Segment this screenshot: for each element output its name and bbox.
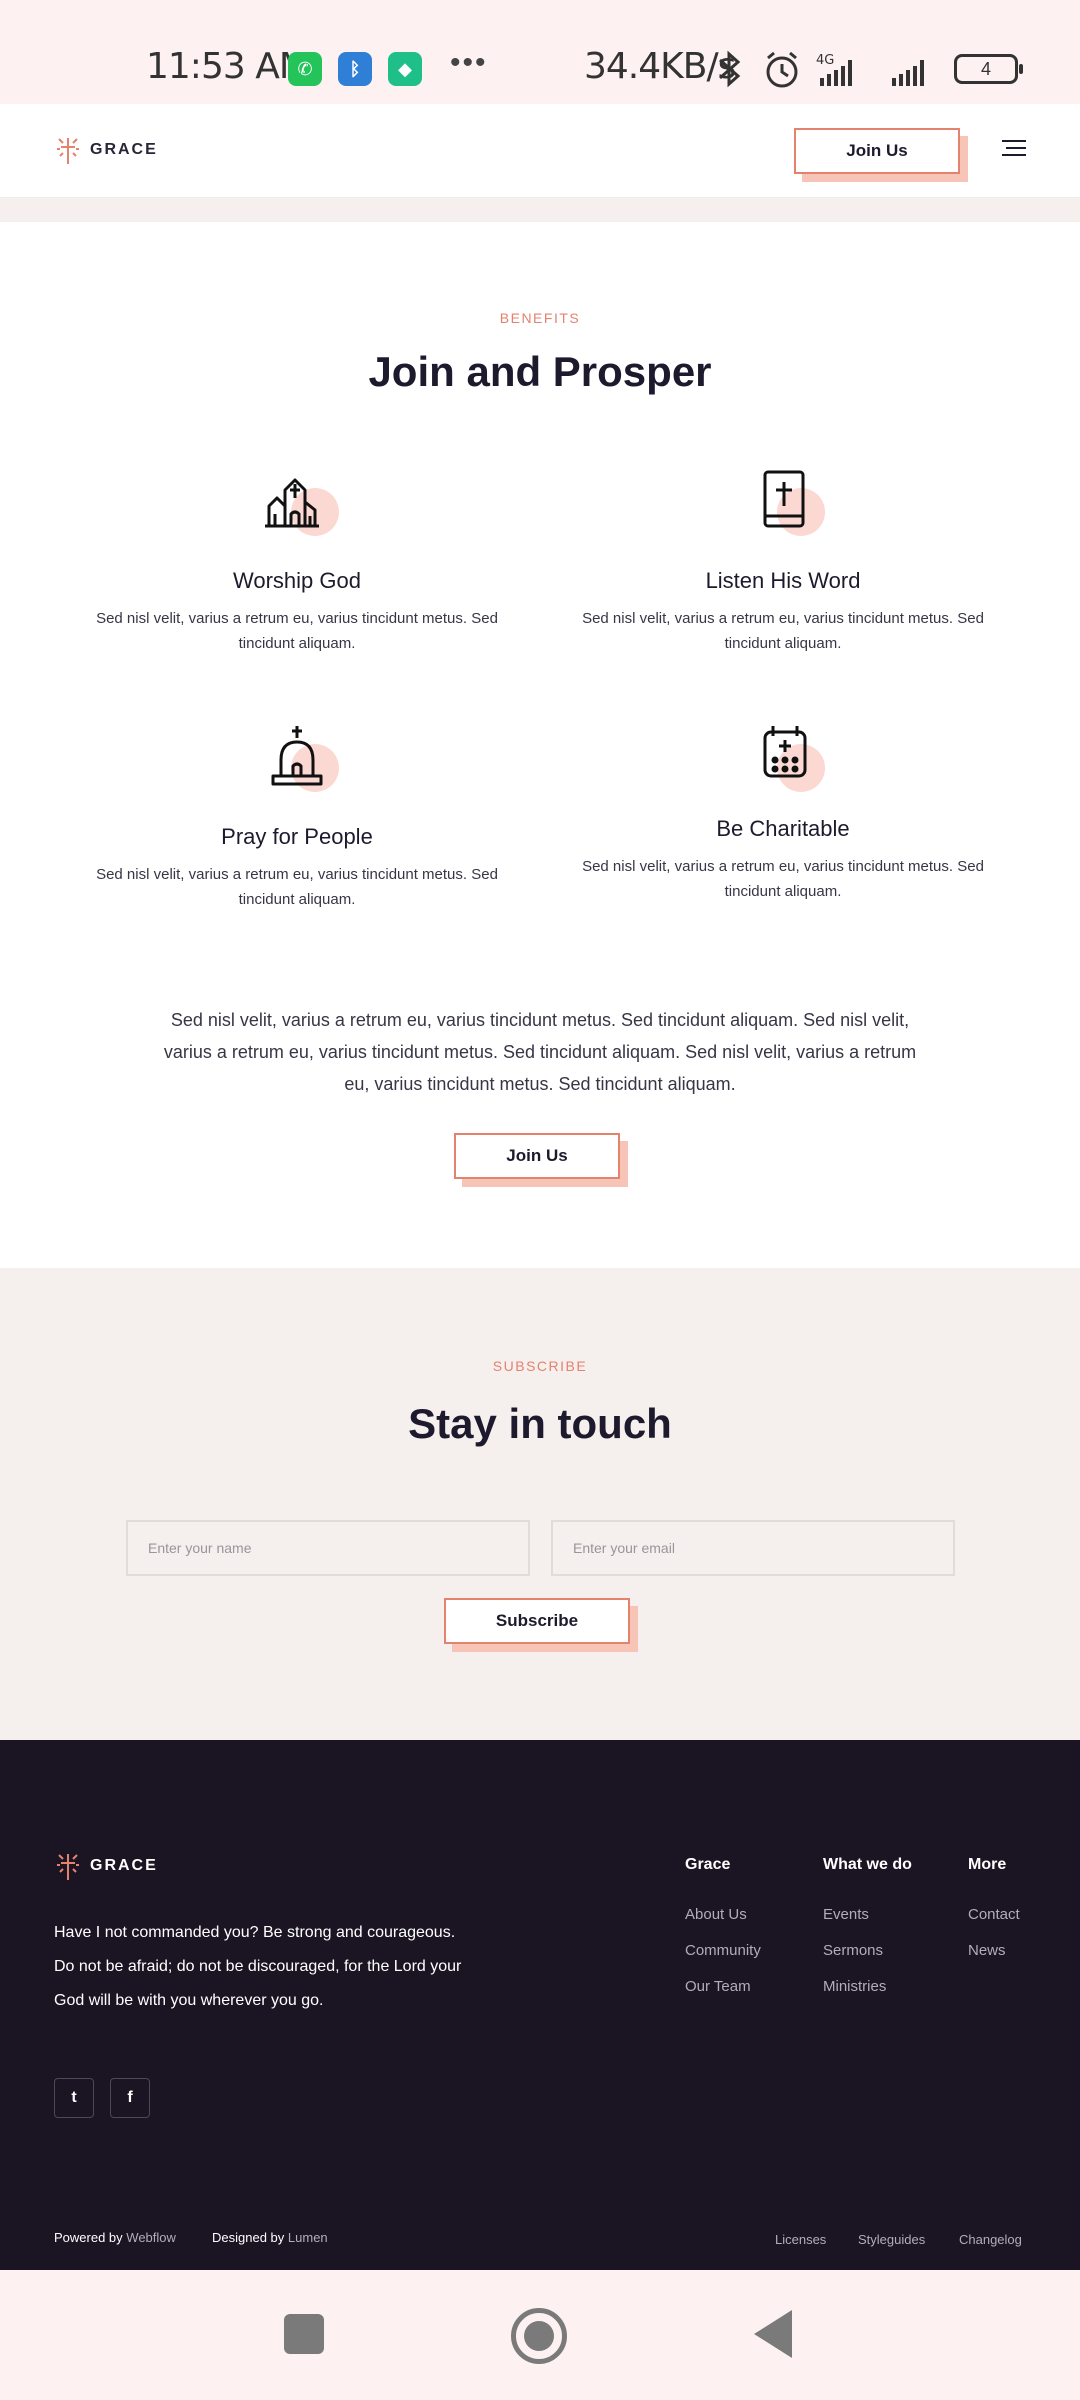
feature-text: Sed nisl velit, varius a retrum eu, vari… (582, 610, 984, 652)
styleguides-link[interactable]: Styleguides (858, 2232, 925, 2247)
lumen-link[interactable]: Lumen (288, 2230, 328, 2245)
footer-column-what-we-do: What we do Events Sermons Ministries (823, 1856, 912, 2014)
footer-link[interactable]: Events (823, 1906, 912, 1923)
logo[interactable]: GRACE (54, 134, 158, 166)
licenses-link[interactable]: Licenses (775, 2232, 826, 2247)
footer-logo[interactable]: GRACE (54, 1850, 158, 1882)
feature-title: Worship God (233, 568, 361, 593)
alarm-icon (766, 51, 798, 88)
network-type-label: 4G (816, 53, 834, 68)
signal-icon (820, 60, 924, 86)
feature-title: Pray for People (221, 824, 373, 849)
more-notifications-icon: ••• (450, 46, 488, 79)
footer-link[interactable]: News (968, 1942, 1020, 1959)
footer-quote: Have I not commanded you? Be strong and … (54, 1924, 462, 2009)
benefits-paragraph: Sed nisl velit, varius a retrum eu, vari… (163, 1010, 917, 1094)
feature-card: Pray for People Sed nisl velit, varius a… (67, 722, 527, 912)
bluetooth-app-icon: ᛒ (338, 52, 372, 86)
benefits-title: Join and Prosper (368, 348, 712, 395)
feature-card: Be Charitable Sed nisl velit, varius a r… (553, 722, 1013, 904)
footer-link[interactable]: Contact (968, 1906, 1020, 1923)
footer-link[interactable]: Ministries (823, 1978, 912, 1995)
battery-icon: 4 (954, 54, 1023, 84)
section-divider (0, 198, 1080, 222)
feature-card: Listen His Word Sed nisl velit, varius a… (553, 466, 1013, 656)
webflow-link[interactable]: Webflow (126, 2230, 176, 2245)
benefits-eyebrow: BENEFITS (499, 310, 581, 326)
feature-title: Be Charitable (716, 816, 850, 841)
bible-icon (763, 470, 805, 528)
network-speed: 34.4KB/s (584, 46, 736, 87)
status-time: 11:53 AM (146, 46, 310, 87)
back-button[interactable] (754, 2310, 792, 2358)
logo-icon (57, 138, 79, 164)
logo-text: GRACE (90, 141, 158, 158)
status-icons: 4G (719, 50, 924, 88)
designed-by: Designed by Lumen (212, 2230, 328, 2245)
footer-column-title: Grace (685, 1856, 731, 1873)
email-input[interactable]: Enter your email (551, 1520, 955, 1576)
feature-text: Sed nisl velit, varius a retrum eu, vari… (96, 610, 498, 652)
footer-column-grace: Grace About Us Community Our Team (685, 1856, 761, 2014)
whatsapp-icon: ✆ (288, 52, 322, 86)
shield-app-icon: ◆ (388, 52, 422, 86)
feature-title: Listen His Word (705, 568, 861, 593)
feature-text: Sed nisl velit, varius a retrum eu, vari… (96, 866, 498, 908)
recent-apps-button[interactable] (284, 2314, 324, 2354)
logo-icon (57, 1854, 79, 1880)
feature-text: Sed nisl velit, varius a retrum eu, vari… (582, 858, 984, 900)
status-bar: 11:53 AM ✆ ᛒ ◆ ••• 34.4KB/s 4G 4 (0, 0, 1080, 104)
site-footer: GRACE Have I not commanded you? Be stron… (0, 1740, 1080, 2270)
footer-logo-text: GRACE (90, 1857, 158, 1874)
footer-column-more: More Contact News (968, 1856, 1020, 1978)
footer-link[interactable]: About Us (685, 1906, 761, 1923)
changelog-link[interactable]: Changelog (959, 2232, 1022, 2247)
calendar-icon (763, 726, 807, 778)
feature-card: Worship God Sed nisl velit, varius a ret… (67, 466, 527, 656)
subscribe-eyebrow: SUBSCRIBE (492, 1358, 588, 1374)
join-us-button-secondary[interactable]: Join Us (454, 1133, 620, 1179)
home-button[interactable] (511, 2308, 567, 2364)
system-navigation-bar (0, 2270, 1080, 2400)
name-input[interactable]: Enter your name (126, 1520, 530, 1576)
church-icon (265, 478, 319, 528)
subscribe-title: Stay in touch (408, 1400, 672, 1447)
footer-column-title: More (968, 1856, 1007, 1873)
footer-link[interactable]: Sermons (823, 1942, 912, 1959)
powered-by: Powered by Webflow (54, 2230, 176, 2245)
facebook-icon[interactable]: f (110, 2078, 150, 2118)
hamburger-menu-icon[interactable] (1002, 140, 1026, 158)
twitter-icon[interactable]: t (54, 2078, 94, 2118)
bluetooth-icon (719, 50, 741, 88)
site-header: GRACE Join Us (0, 104, 1080, 198)
subscribe-section: SUBSCRIBE Stay in touch Enter your name … (0, 1268, 1080, 1740)
footer-link[interactable]: Community (685, 1942, 761, 1959)
footer-link[interactable]: Our Team (685, 1978, 761, 1995)
footer-column-title: What we do (823, 1856, 912, 1873)
chapel-icon (271, 726, 323, 786)
subscribe-button[interactable]: Subscribe (444, 1598, 630, 1644)
join-us-button[interactable]: Join Us (794, 128, 960, 174)
